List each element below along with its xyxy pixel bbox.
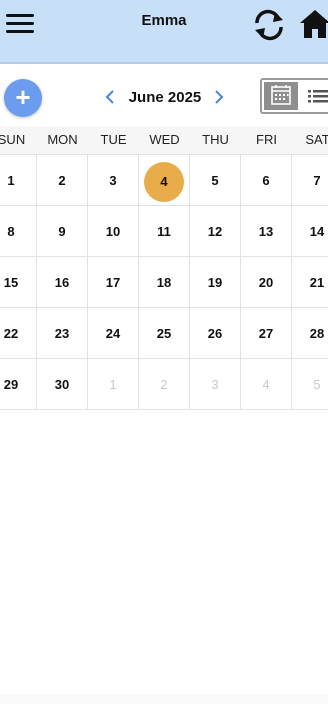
day-cell[interactable]: 3 — [88, 155, 139, 206]
weekday-label: MON — [47, 132, 78, 147]
day-cell[interactable]: 24 — [88, 308, 139, 359]
day-cell[interactable]: 21 — [292, 257, 328, 308]
day-cell[interactable]: 17 — [88, 257, 139, 308]
day-cell[interactable]: 19 — [190, 257, 241, 308]
week-row: 8 9 10 11 12 13 14 — [0, 206, 328, 257]
day-cell-other-month[interactable]: 4 — [241, 359, 292, 410]
weekday-label: SAT — [305, 132, 328, 147]
sync-icon[interactable] — [251, 9, 287, 41]
bottom-edge — [0, 694, 328, 704]
day-cell[interactable]: 15 — [0, 257, 37, 308]
day-cell[interactable]: 13 — [241, 206, 292, 257]
chevron-right-icon[interactable] — [212, 88, 226, 106]
day-cell[interactable]: 12 — [190, 206, 241, 257]
day-cell[interactable]: 30 — [37, 359, 88, 410]
week-row: 1 2 3 4 5 6 7 — [0, 155, 328, 206]
day-cell-other-month[interactable]: 1 — [88, 359, 139, 410]
month-title: June 2025 — [128, 89, 202, 106]
day-cell[interactable]: 20 — [241, 257, 292, 308]
day-cell[interactable]: 29 — [0, 359, 37, 410]
day-cell[interactable]: 11 — [139, 206, 190, 257]
day-cell-other-month[interactable]: 2 — [139, 359, 190, 410]
weekday-label: WED — [149, 132, 180, 147]
day-cell-today[interactable]: 4 — [139, 155, 190, 206]
weekday-header-row: SUN MON TUE WED THU FRI SAT — [0, 126, 328, 154]
day-cell[interactable]: 22 — [0, 308, 37, 359]
day-cell[interactable]: 10 — [88, 206, 139, 257]
day-cell[interactable]: 14 — [292, 206, 328, 257]
day-cell[interactable]: 28 — [292, 308, 328, 359]
top-app-bar: Emma — [0, 0, 328, 64]
day-cell[interactable]: 2 — [37, 155, 88, 206]
view-toggle — [260, 78, 328, 114]
day-cell[interactable]: 5 — [190, 155, 241, 206]
weekday-label: SUN — [0, 132, 26, 147]
day-cell[interactable]: 25 — [139, 308, 190, 359]
list-view-icon[interactable] — [302, 82, 328, 110]
day-cell[interactable]: 27 — [241, 308, 292, 359]
day-cell-other-month[interactable]: 5 — [292, 359, 328, 410]
day-cell[interactable]: 16 — [37, 257, 88, 308]
day-cell[interactable]: 8 — [0, 206, 37, 257]
day-cell-other-month[interactable]: 3 — [190, 359, 241, 410]
chevron-left-icon[interactable] — [103, 88, 117, 106]
weekday-label: FRI — [256, 132, 277, 147]
week-row: 22 23 24 25 26 27 28 — [0, 308, 328, 359]
week-row: 15 16 17 18 19 20 21 — [0, 257, 328, 308]
add-event-button[interactable]: + — [4, 79, 42, 117]
home-icon[interactable] — [298, 8, 328, 40]
week-row: 29 30 1 2 3 4 5 — [0, 359, 328, 410]
weekday-label: TUE — [100, 132, 127, 147]
day-cell[interactable]: 23 — [37, 308, 88, 359]
day-cell[interactable]: 6 — [241, 155, 292, 206]
calendar-view-icon[interactable] — [264, 82, 298, 110]
day-cell[interactable]: 9 — [37, 206, 88, 257]
day-cell[interactable]: 1 — [0, 155, 37, 206]
day-cell[interactable]: 18 — [139, 257, 190, 308]
day-cell[interactable]: 26 — [190, 308, 241, 359]
day-cell[interactable]: 7 — [292, 155, 328, 206]
weekday-label: THU — [202, 132, 229, 147]
today-marker: 4 — [144, 161, 184, 202]
